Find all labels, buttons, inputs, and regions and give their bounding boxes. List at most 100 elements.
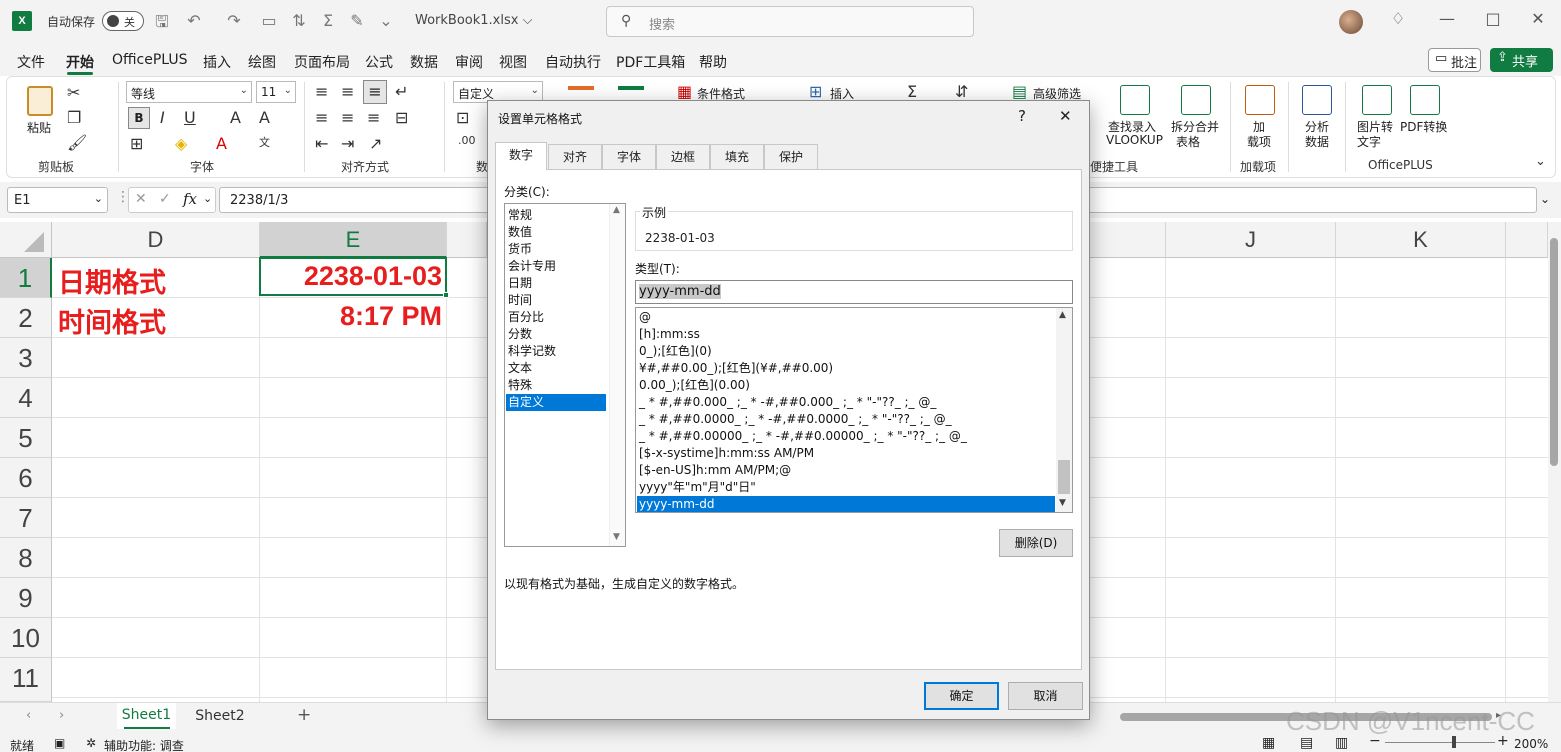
vertical-scrollbar[interactable]	[1548, 222, 1561, 702]
tab-automate[interactable]: 自动执行	[545, 52, 601, 72]
border-icon[interactable]: ⊞	[130, 134, 143, 153]
split-merge-icon[interactable]	[1181, 85, 1211, 115]
row-header[interactable]: 7	[0, 498, 52, 538]
addins-icon[interactable]	[1245, 85, 1275, 115]
format-item[interactable]: [h]:mm:ss	[639, 326, 700, 343]
cancel-entry-icon[interactable]: ✕	[135, 191, 147, 207]
sum-icon[interactable]: Σ	[318, 11, 338, 30]
font-size-select[interactable]: 11 ⌄	[256, 81, 296, 103]
vlookup-line2[interactable]: VLOOKUP	[1106, 133, 1163, 147]
format-list-scrollbar[interactable]: ▲ ▼	[1056, 308, 1072, 512]
category-number[interactable]: 数值	[508, 224, 608, 241]
format-item-selected[interactable]: yyyy-mm-dd	[637, 496, 1055, 512]
font-name-select[interactable]: 等线 ⌄	[126, 81, 252, 103]
format-painter-icon[interactable]: ✎	[347, 11, 367, 30]
category-scrollbar[interactable]: ▲ ▼	[609, 204, 625, 546]
undo-icon[interactable]: ↶	[184, 11, 204, 30]
zoom-slider[interactable]	[1385, 742, 1495, 743]
row-header[interactable]: 2	[0, 298, 52, 338]
align-center-icon[interactable]: ≡	[341, 108, 354, 127]
insert-function-icon[interactable]: fx	[183, 190, 197, 208]
redo-icon[interactable]: ↷	[224, 11, 244, 30]
category-text[interactable]: 文本	[508, 360, 608, 377]
chevron-down-icon[interactable]: ⌄	[203, 192, 212, 205]
align-right-icon[interactable]: ≡	[367, 108, 380, 127]
row-header[interactable]: 11	[0, 658, 52, 702]
next-sheet-icon[interactable]: ›	[59, 708, 64, 723]
row-header[interactable]: 9	[0, 578, 52, 618]
prev-sheet-icon[interactable]: ‹	[26, 708, 31, 723]
paste-label[interactable]: 粘贴	[27, 119, 51, 136]
italic-icon[interactable]: I	[160, 108, 165, 127]
column-header-d[interactable]: D	[52, 222, 260, 258]
comment-button[interactable]: ▭ 批注	[1428, 48, 1481, 72]
format-item[interactable]: _ * #,##0.0000_ ;_ * -#,##0.0000_ ;_ * "…	[639, 411, 952, 428]
addins-line2[interactable]: 载项	[1247, 133, 1271, 150]
column-header-e[interactable]: E	[260, 222, 447, 258]
category-custom[interactable]: 自定义	[506, 394, 606, 411]
save-icon[interactable]: 🖫	[152, 11, 172, 38]
tab-home[interactable]: 开始	[66, 52, 94, 72]
tab-view[interactable]: 视图	[499, 52, 527, 72]
format-item[interactable]: _ * #,##0.00000_ ;_ * -#,##0.00000_ ;_ *…	[639, 428, 967, 445]
cell-d2[interactable]: 时间格式	[58, 301, 166, 340]
sort-icon[interactable]: ⇅	[289, 11, 309, 30]
column-header-i[interactable]	[1090, 222, 1166, 258]
tab-protection[interactable]: 保护	[764, 144, 818, 170]
autosave-toggle[interactable]: 关	[102, 11, 144, 31]
split-merge-line2[interactable]: 表格	[1176, 133, 1200, 150]
analyze-data-icon[interactable]	[1302, 85, 1332, 115]
format-item[interactable]: 0.00_);[红色](0.00)	[639, 377, 750, 394]
zoom-level[interactable]: 200%	[1514, 737, 1548, 751]
cell-e2[interactable]: 8:17 PM	[262, 301, 442, 332]
row-header[interactable]: 3	[0, 338, 52, 378]
tab-review[interactable]: 审阅	[455, 52, 483, 72]
conditional-styles-icon[interactable]	[568, 86, 594, 100]
category-percentage[interactable]: 百分比	[508, 309, 608, 326]
format-painter-brush-icon[interactable]: 🖌	[67, 133, 87, 152]
orientation-icon[interactable]: ↗	[369, 134, 382, 153]
row-header[interactable]: 4	[0, 378, 52, 418]
workbook-name[interactable]: WorkBook1.xlsx ⌵	[415, 13, 532, 28]
format-item[interactable]: ¥#,##0.00_);[红色](¥#,##0.00)	[639, 360, 833, 377]
tab-officeplus[interactable]: OfficePLUS	[112, 52, 188, 68]
decrease-font-icon[interactable]: A	[259, 108, 270, 127]
add-sheet-icon[interactable]: +	[297, 705, 311, 725]
vlookup-icon[interactable]	[1120, 85, 1150, 115]
format-item[interactable]: [$-en-US]h:mm AM/PM;@	[639, 462, 791, 479]
phonetic-icon[interactable]: 文	[259, 134, 270, 150]
tab-formulas[interactable]: 公式	[365, 52, 393, 72]
align-left-icon[interactable]: ≡	[315, 108, 328, 127]
sort-filter-icon[interactable]: ⇵	[955, 82, 968, 101]
category-fraction[interactable]: 分数	[508, 326, 608, 343]
align-middle-icon[interactable]: ≡	[341, 82, 354, 101]
copy-icon[interactable]: ❐	[67, 108, 81, 127]
cancel-button[interactable]: 取消	[1008, 682, 1083, 710]
close-icon[interactable]: ✕	[1059, 107, 1072, 125]
scroll-down-icon[interactable]: ▼	[1059, 498, 1066, 508]
ok-button[interactable]: 确定	[924, 682, 999, 710]
type-input[interactable]: yyyy-mm-dd	[635, 280, 1073, 304]
tab-page-layout[interactable]: 页面布局	[294, 52, 350, 72]
expand-formula-icon[interactable]: ⌄	[1540, 192, 1550, 206]
increase-indent-icon[interactable]: ⇥	[341, 134, 354, 153]
row-header[interactable]: 10	[0, 618, 52, 658]
fill-color-icon[interactable]: ◈	[175, 134, 187, 153]
scroll-up-icon[interactable]: ▲	[1059, 310, 1066, 320]
zoom-slider-thumb[interactable]	[1452, 736, 1456, 748]
sheet-tab-sheet2[interactable]: Sheet2	[182, 703, 258, 729]
customize-toolbar-icon[interactable]: ⌄	[376, 11, 396, 30]
maximize-icon[interactable]: □	[1481, 9, 1505, 28]
page-break-view-icon[interactable]: ▥	[1335, 735, 1348, 751]
accessibility-status[interactable]: 辅助功能: 调查	[104, 737, 184, 752]
tab-border[interactable]: 边框	[656, 144, 710, 170]
column-header-f[interactable]	[447, 222, 487, 258]
select-all-corner[interactable]	[0, 222, 52, 258]
delete-button[interactable]: 删除(D)	[999, 529, 1073, 557]
close-window-icon[interactable]: ✕	[1526, 9, 1550, 28]
tab-pdf-tools[interactable]: PDF工具箱	[616, 52, 685, 72]
page-layout-view-icon[interactable]: ▤	[1300, 735, 1313, 751]
insert-cells-icon[interactable]: ⊞	[809, 82, 822, 101]
underline-icon[interactable]: U	[184, 108, 196, 127]
image-to-text-icon[interactable]	[1362, 85, 1392, 115]
